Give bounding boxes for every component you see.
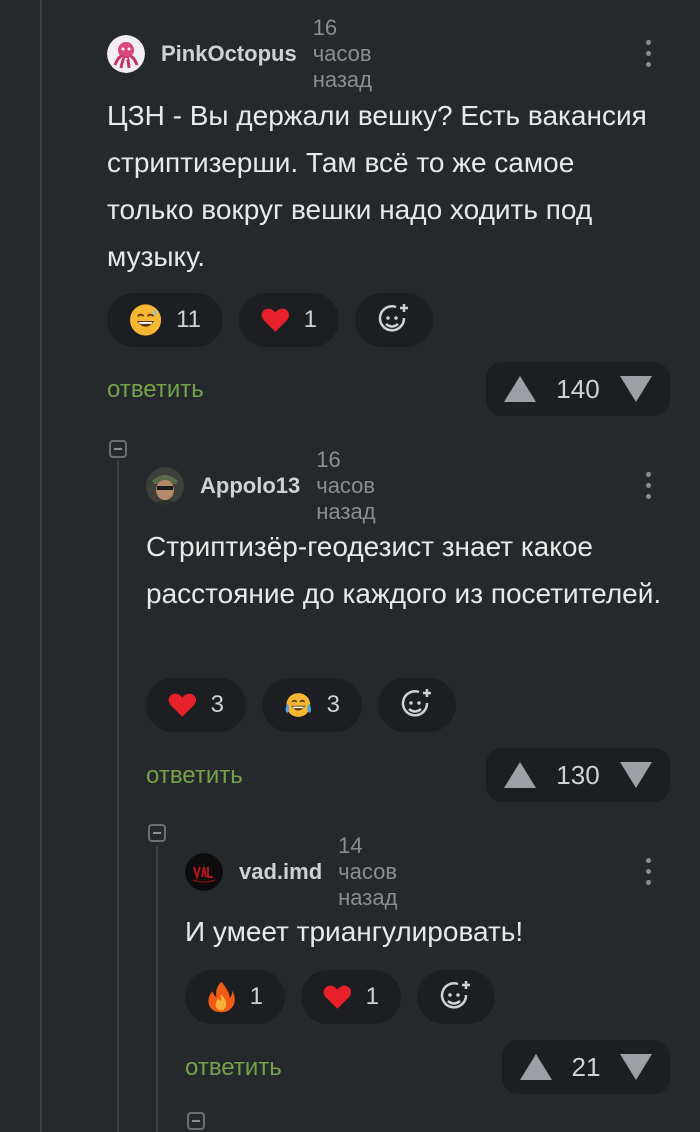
- tears-of-joy-emoji: [285, 693, 312, 717]
- reaction-count: 1: [303, 306, 317, 333]
- add-reaction-icon: [378, 304, 408, 332]
- add-reaction-icon: [440, 981, 470, 1009]
- comment-text: ЦЗН - Вы держали вешку? Есть вакансия ст…: [107, 100, 647, 272]
- reaction-count: 1: [249, 983, 263, 1010]
- comment-header: PinkOctopus 16 часов назад: [107, 15, 372, 92]
- upvote-icon[interactable]: [504, 376, 536, 402]
- thread-line-level-2: [117, 460, 119, 1132]
- author-name[interactable]: PinkOctopus: [161, 41, 297, 67]
- reaction-button[interactable]: 11: [107, 293, 223, 347]
- vote-box: 21: [502, 1040, 670, 1094]
- reaction-count: 3: [326, 691, 340, 718]
- vote-box: 130: [486, 748, 670, 802]
- reply-link[interactable]: ответить: [185, 1054, 282, 1082]
- reactions-bar: 11 1: [107, 293, 433, 347]
- collapse-thread-icon[interactable]: [148, 824, 166, 842]
- collapse-thread-icon[interactable]: [187, 1112, 205, 1130]
- comment-text: И умеет триангулировать!: [185, 916, 524, 947]
- collapse-thread-icon[interactable]: [109, 440, 127, 458]
- add-reaction-button[interactable]: [378, 678, 456, 732]
- comment-text: Стриптизёр-геодезист знает какое расстоя…: [146, 531, 662, 609]
- thread-line-level-1: [40, 0, 42, 1132]
- reactions-bar: 3 3: [146, 678, 456, 732]
- downvote-icon[interactable]: [619, 1054, 652, 1080]
- heart-emoji: [323, 985, 352, 1009]
- heart-emoji: [261, 308, 290, 332]
- fire-emoji: [208, 981, 235, 1013]
- comment-time: 14 часов назад: [338, 833, 398, 910]
- reaction-count: 11: [176, 306, 201, 333]
- downvote-icon[interactable]: [619, 762, 652, 788]
- downvote-icon[interactable]: [619, 376, 652, 402]
- more-vertical-icon[interactable]: [644, 472, 652, 505]
- vote-score: 21: [571, 1051, 601, 1082]
- vote-score: 140: [556, 373, 600, 404]
- reaction-count: 1: [365, 983, 379, 1010]
- reaction-count: 3: [210, 691, 224, 718]
- reaction-button[interactable]: 3: [146, 678, 246, 732]
- add-reaction-icon: [401, 689, 431, 717]
- add-reaction-button[interactable]: [417, 970, 495, 1024]
- grinning-sweat-emoji: [129, 304, 162, 336]
- reply-link[interactable]: ответить: [146, 762, 243, 790]
- avatar[interactable]: [107, 35, 145, 73]
- reply-link[interactable]: ответить: [107, 376, 204, 404]
- more-vertical-icon[interactable]: [644, 40, 652, 73]
- author-name[interactable]: vad.imd: [239, 859, 322, 885]
- reaction-button[interactable]: 1: [239, 293, 339, 347]
- comment-header: vad.imd 14 часов назад: [185, 833, 397, 910]
- reaction-button[interactable]: 3: [262, 678, 362, 732]
- more-vertical-icon[interactable]: [644, 858, 652, 891]
- vote-score: 130: [556, 759, 600, 790]
- avatar[interactable]: [146, 467, 184, 505]
- reaction-button[interactable]: 1: [301, 970, 401, 1024]
- upvote-icon[interactable]: [520, 1054, 552, 1080]
- reactions-bar: 1 1: [185, 970, 495, 1024]
- comment-header: Appolo13 16 часов назад: [146, 447, 376, 524]
- thread-line-level-3: [156, 846, 158, 1132]
- heart-emoji: [168, 693, 197, 717]
- author-name[interactable]: Appolo13: [200, 473, 300, 499]
- comment-time: 16 часов назад: [316, 447, 376, 524]
- comment-time: 16 часов назад: [312, 15, 372, 92]
- upvote-icon[interactable]: [504, 762, 536, 788]
- avatar[interactable]: [185, 853, 223, 891]
- add-reaction-button[interactable]: [355, 293, 433, 347]
- vote-box: 140: [486, 362, 670, 416]
- reaction-button[interactable]: 1: [185, 970, 285, 1024]
